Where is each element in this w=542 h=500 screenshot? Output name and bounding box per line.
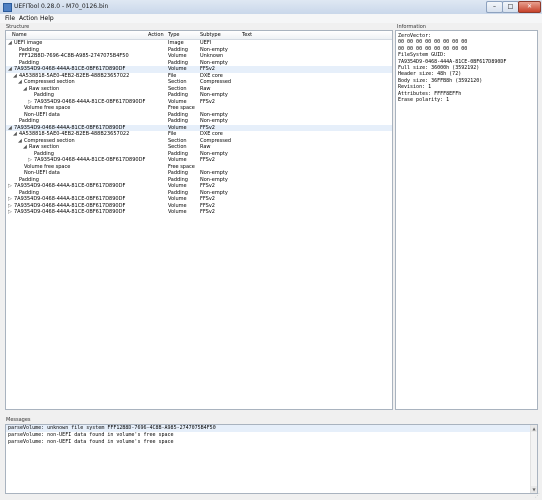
tree-row-label: 4A538818-5AE0-4EB2-B2EB-488B23657022 bbox=[19, 131, 130, 137]
window-title: UEFITool 0.28.0 - M70_0126.bin bbox=[14, 3, 109, 10]
information-text: ZeroVector: 00 00 00 00 00 00 00 00 00 00 … bbox=[398, 33, 506, 103]
menu-bar: File Action Help bbox=[0, 14, 542, 23]
tree-row[interactable]: ▷ 7A9354D9-0468-444A-81CE-0BF617D890DF Vol… bbox=[6, 209, 392, 216]
menu-action[interactable]: Action bbox=[19, 15, 38, 22]
tree-row-label: 7A9354D9-0468-444A-81CE-0BF617D890DF bbox=[14, 183, 126, 189]
tree-row-label: Non-UEFI data bbox=[24, 111, 60, 118]
tree-row-label: 7A9354D9-0468-444A-81CE-0BF617D890DF bbox=[14, 124, 126, 131]
tree-row-label: Raw section bbox=[29, 144, 60, 150]
tree-row-label: 7A9354D9-0468-444A-81CE-0BF617D890DF bbox=[14, 209, 126, 215]
tree-row-label: Volume free space bbox=[24, 163, 71, 170]
tree-row-label: Padding bbox=[34, 150, 54, 157]
tree-row-label: Volume free space bbox=[24, 105, 71, 111]
resize-grip-icon[interactable]: ⋰ bbox=[535, 493, 541, 499]
message-line[interactable]: parseVolume: unknown file system FFF12B8… bbox=[6, 425, 537, 432]
message-line[interactable]: parseVolume: non-UEFI data found in volu… bbox=[6, 432, 537, 439]
tree-row-label: 7A9354D9-0468-444A-81CE-0BF617D890DF bbox=[14, 66, 126, 72]
tree-row-label: 7A9354D9-0468-444A-81CE-0BF617D890DF bbox=[34, 98, 146, 105]
tree-row-label: Padding bbox=[19, 118, 39, 124]
tree-row-type: Volume bbox=[168, 209, 187, 215]
title-bar: UEFITool 0.28.0 - M70_0126.bin – □ ✕ bbox=[0, 0, 542, 15]
scroll-up-icon[interactable]: ▲ bbox=[531, 425, 537, 432]
messages-label: Messages bbox=[6, 417, 31, 423]
tree-header: Name Action Type Subtype Text bbox=[6, 31, 392, 40]
tree-row-label: Compressed section bbox=[24, 79, 75, 85]
app-icon bbox=[3, 3, 12, 12]
tree-row-subtype: FFSv2 bbox=[200, 209, 215, 215]
maximize-button[interactable]: □ bbox=[502, 1, 519, 13]
tree-row-label: 4A538818-5AE0-4EB2-B2EB-488B23657022 bbox=[19, 72, 130, 79]
messages-scrollbar[interactable]: ▲ ▼ bbox=[530, 425, 537, 493]
close-button[interactable]: ✕ bbox=[518, 1, 541, 13]
menu-file[interactable]: File bbox=[5, 15, 15, 22]
minimize-button[interactable]: – bbox=[486, 1, 503, 13]
tree-row-label: Padding bbox=[19, 189, 39, 196]
tree-row-label: 7A9354D9-0468-444A-81CE-0BF617D890DF bbox=[34, 157, 146, 163]
column-name[interactable]: Name bbox=[12, 32, 27, 38]
tree-row-name: ▷ 7A9354D9-0468-444A-81CE-0BF617D890DF bbox=[6, 209, 125, 216]
messages-panel: parseVolume: unknown file system FFF12B8… bbox=[5, 424, 538, 494]
tree-row-label: Padding bbox=[19, 176, 39, 183]
column-subtype[interactable]: Subtype bbox=[200, 32, 221, 38]
information-panel: ZeroVector: 00 00 00 00 00 00 00 00 00 00 … bbox=[395, 30, 538, 410]
tree-row-label: Compressed section bbox=[24, 137, 75, 144]
tree-row-label: 7A9354D9-0468-444A-81CE-0BF617D890DF bbox=[14, 196, 126, 202]
tree-row-label: Padding bbox=[19, 59, 39, 66]
menu-help[interactable]: Help bbox=[40, 15, 54, 22]
tree-row-label: UEFI image bbox=[14, 40, 43, 46]
tree-row-label: Padding bbox=[34, 92, 54, 98]
column-text[interactable]: Text bbox=[242, 32, 252, 38]
tree-row-label: FFF12B8D-7696-4C8B-A985-2747075B4F50 bbox=[19, 53, 129, 59]
column-type[interactable]: Type bbox=[168, 32, 179, 38]
message-line[interactable]: parseVolume: non-UEFI data found in volu… bbox=[6, 439, 537, 446]
scroll-down-icon[interactable]: ▼ bbox=[531, 486, 537, 493]
column-action[interactable]: Action bbox=[148, 32, 164, 38]
tree-row-label: Padding bbox=[19, 46, 39, 53]
messages-list: parseVolume: unknown file system FFF12B8… bbox=[6, 425, 537, 446]
structure-tree[interactable]: Name Action Type Subtype Text ◢ UEFI imag… bbox=[5, 30, 393, 410]
tree-row-label: Raw section bbox=[29, 85, 60, 92]
info-line: Erase polarity: 1 bbox=[398, 97, 450, 104]
tree-row-label: Non-UEFI data bbox=[24, 170, 60, 176]
tree-rows: ◢ UEFI image Image UEFI Padding Padding Non-em… bbox=[6, 40, 392, 216]
tree-row-label: 7A9354D9-0468-444A-81CE-0BF617D890DF bbox=[14, 202, 126, 209]
